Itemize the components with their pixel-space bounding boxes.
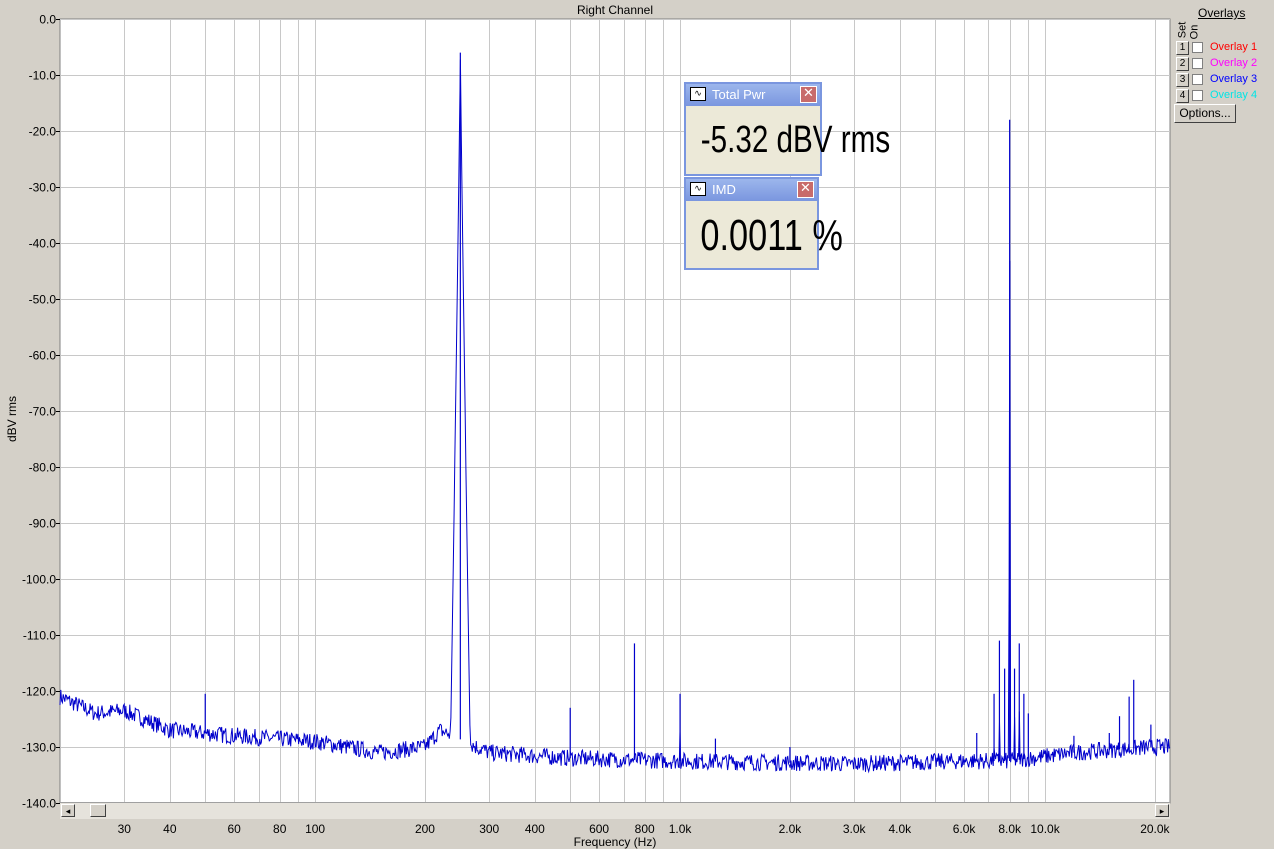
- meter-titlebar[interactable]: ∿ Total Pwr ✕: [686, 84, 820, 106]
- meter-titlebar[interactable]: ∿ IMD ✕: [686, 179, 817, 201]
- set-column-label: Set: [1176, 21, 1189, 39]
- x-tick-label: 400: [525, 822, 545, 836]
- imd-value: 0.0011 %: [700, 211, 843, 260]
- close-icon[interactable]: ✕: [800, 86, 817, 103]
- meter-title: Total Pwr: [712, 87, 766, 102]
- scroll-right-button[interactable]: ▸: [1155, 804, 1169, 817]
- x-tick-label: 200: [415, 822, 435, 836]
- overlay-name: Overlay 2: [1210, 57, 1258, 69]
- x-tick-label: 6.0k: [953, 822, 977, 836]
- overlay-set-button[interactable]: 2: [1176, 57, 1189, 71]
- x-axis-label: Frequency (Hz): [573, 835, 657, 849]
- overlay-set-button[interactable]: 1: [1176, 41, 1189, 55]
- overlay-name: Overlay 3: [1210, 73, 1258, 85]
- x-tick-label: 20.0k: [1140, 822, 1170, 836]
- y-axis-label: dBV rms: [5, 396, 19, 443]
- x-tick-label: 100: [305, 822, 325, 836]
- imd-meter[interactable]: ∿ IMD ✕ 0.0011 %: [684, 177, 843, 270]
- x-tick-label: 2.0k: [779, 822, 803, 836]
- spectrum-plot[interactable]: 0.0 -10.0 -20.0 -30.0 -40.0 -50.0 -60.0 -70.0 -8…: [0, 0, 1172, 849]
- x-tick-label: 4.0k: [888, 822, 912, 836]
- x-tick-label: 600: [589, 822, 609, 836]
- x-tick-label: 40: [163, 822, 177, 836]
- overlay-row-1: 1 Overlay 1: [1176, 41, 1272, 56]
- overlay-set-button[interactable]: 3: [1176, 73, 1189, 87]
- y-tick-label: -30.0: [29, 181, 57, 195]
- overlay-on-checkbox[interactable]: [1192, 90, 1203, 101]
- analyzer-window: Right Channel 0.0 -10.0 -20.0 -30.0 -40.0 -50…: [0, 0, 1274, 849]
- y-tick-label: -130.0: [22, 741, 56, 755]
- y-tick-label: -40.0: [29, 237, 57, 251]
- y-tick-label: -90.0: [29, 517, 57, 531]
- overlays-panel: Overlays Set On 1 Overlay 1 2 Overlay 2 3 Ove…: [1172, 0, 1274, 849]
- scroll-left-button[interactable]: ◂: [61, 804, 75, 817]
- overlay-on-checkbox[interactable]: [1192, 74, 1203, 85]
- y-tick-label: 0.0: [39, 13, 56, 27]
- waveform-icon: ∿: [690, 182, 706, 196]
- y-tick-label: -120.0: [22, 685, 56, 699]
- overlay-on-checkbox[interactable]: [1192, 58, 1203, 69]
- x-tick-label: 60: [227, 822, 241, 836]
- x-tick-label: 1.0k: [669, 822, 693, 836]
- overlay-set-button[interactable]: 4: [1176, 89, 1189, 103]
- overlay-name: Overlay 1: [1210, 41, 1258, 53]
- waveform-icon: ∿: [690, 87, 706, 101]
- y-tick-label: -70.0: [29, 405, 57, 419]
- overlays-title: Overlays: [1198, 6, 1246, 20]
- y-tick-label: -60.0: [29, 349, 57, 363]
- y-tick-label: -110.0: [23, 629, 56, 643]
- x-tick-label: 80: [273, 822, 287, 836]
- total-power-value: -5.32 dBV rms: [700, 119, 891, 161]
- overlay-row-2: 2 Overlay 2: [1176, 57, 1272, 72]
- overlay-row-4: 4 Overlay 4: [1176, 89, 1272, 104]
- y-tick-label: -20.0: [29, 125, 57, 139]
- x-tick-label: 30: [118, 822, 132, 836]
- x-tick-label: 3.0k: [843, 822, 867, 836]
- x-tick-label: 300: [479, 822, 499, 836]
- total-power-meter[interactable]: ∿ Total Pwr ✕ -5.32 dBV rms: [684, 82, 891, 176]
- horizontal-scrollbar[interactable]: ◂ ▸: [60, 802, 1170, 819]
- y-tick-label: -10.0: [29, 69, 57, 83]
- overlay-name: Overlay 4: [1210, 89, 1258, 101]
- y-tick-label: -100.0: [22, 573, 56, 587]
- overlay-on-checkbox[interactable]: [1192, 42, 1203, 53]
- meter-title: IMD: [712, 182, 736, 197]
- y-tick-label: -80.0: [29, 461, 57, 475]
- scroll-thumb[interactable]: [90, 804, 106, 817]
- y-tick-label: -140.0: [22, 797, 56, 811]
- close-icon[interactable]: ✕: [797, 181, 814, 198]
- x-tick-label: 10.0k: [1030, 822, 1060, 836]
- options-button[interactable]: Options...: [1174, 104, 1236, 123]
- x-tick-label: 800: [635, 822, 655, 836]
- y-tick-label: -50.0: [29, 293, 57, 307]
- overlay-row-3: 3 Overlay 3: [1176, 73, 1272, 88]
- x-tick-label: 8.0k: [998, 822, 1022, 836]
- on-column-label: On: [1188, 24, 1201, 40]
